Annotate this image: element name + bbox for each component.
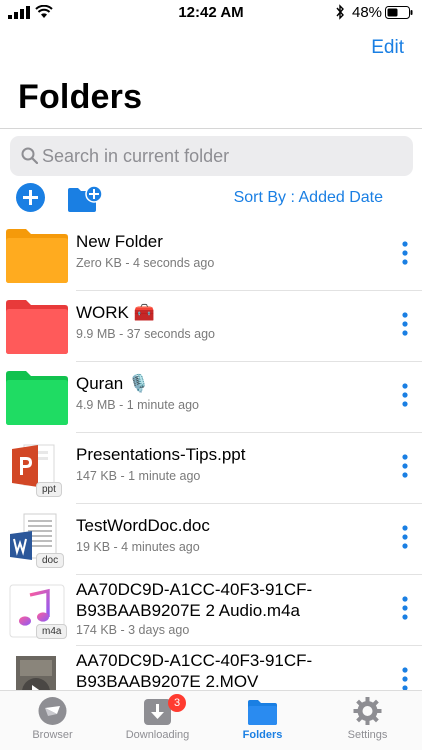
- file-name: Presentations-Tips.ppt: [76, 445, 246, 464]
- header-divider: [0, 128, 422, 129]
- more-options-icon[interactable]: [402, 454, 408, 478]
- battery-icon: [385, 6, 413, 19]
- new-folder-button[interactable]: [68, 185, 102, 212]
- compass-icon: [38, 697, 67, 725]
- more-options-icon[interactable]: [402, 525, 408, 549]
- more-options-icon[interactable]: [402, 596, 408, 620]
- tab-label: Browser: [32, 729, 73, 741]
- file-meta: 4.9 MB - 1 minute ago: [76, 398, 199, 412]
- more-options-icon[interactable]: [402, 241, 408, 265]
- file-meta: 9.9 MB - 37 seconds ago: [76, 327, 215, 341]
- folder-icon: [6, 229, 68, 283]
- file-name: TestWordDoc.doc: [76, 516, 210, 535]
- audio-file-icon: m4a: [6, 583, 68, 639]
- file-extension-badge: ppt: [36, 482, 62, 497]
- file-meta: 147 KB - 1 minute ago: [76, 469, 201, 483]
- more-options-icon[interactable]: [402, 383, 408, 407]
- file-meta: Zero KB - 4 seconds ago: [76, 256, 215, 270]
- tab-browser[interactable]: Browser: [0, 691, 105, 750]
- list-item[interactable]: ppt Presentations-Tips.ppt 147 KB - 1 mi…: [0, 433, 422, 504]
- more-options-icon[interactable]: [402, 312, 408, 336]
- tab-label: Folders: [242, 729, 283, 741]
- search-bar[interactable]: [10, 136, 413, 176]
- list-item[interactable]: Quran 🎙️ 4.9 MB - 1 minute ago: [0, 362, 422, 433]
- folder-icon: [6, 300, 68, 354]
- file-name: New Folder: [76, 232, 163, 251]
- search-icon: [21, 147, 38, 164]
- tab-downloading[interactable]: 3 Downloading: [105, 691, 210, 750]
- file-meta: 174 KB - 3 days ago: [76, 623, 190, 637]
- add-button[interactable]: [16, 183, 45, 212]
- tab-label: Downloading: [125, 729, 190, 741]
- status-bar: 12:42 AM 48%: [0, 0, 422, 26]
- tab-bar: Browser 3 Downloading Folders Settings: [0, 690, 422, 750]
- list-item[interactable]: m4a AA70DC9D-A1CC-40F3-91CF-B93BAAB9207E…: [0, 575, 422, 646]
- powerpoint-file-icon: ppt: [6, 441, 68, 497]
- tab-settings[interactable]: Settings: [315, 691, 420, 750]
- tab-label: Settings: [347, 729, 388, 741]
- more-options-icon[interactable]: [402, 667, 408, 691]
- file-name: AA70DC9D-A1CC-40F3-91CF-B93BAAB9207E 2.M…: [76, 651, 313, 691]
- file-extension-badge: m4a: [36, 624, 68, 639]
- folder-icon: [248, 700, 277, 725]
- battery-percentage: 48%: [352, 4, 383, 21]
- sort-button[interactable]: Sort By : Added Date: [234, 189, 383, 207]
- download-count-badge: 3: [168, 694, 186, 712]
- file-extension-badge: doc: [36, 553, 65, 568]
- gear-icon: [353, 697, 382, 725]
- file-meta: 19 KB - 4 minutes ago: [76, 540, 200, 554]
- bluetooth-icon: [336, 4, 344, 20]
- file-name: Quran 🎙️: [76, 374, 150, 393]
- page-title: Folders: [18, 78, 143, 116]
- tab-folders[interactable]: Folders: [210, 691, 315, 750]
- edit-button[interactable]: Edit: [371, 37, 404, 59]
- file-name: AA70DC9D-A1CC-40F3-91CF-B93BAAB9207E 2 A…: [76, 580, 313, 620]
- list-item[interactable]: doc TestWordDoc.doc 19 KB - 4 minutes ag…: [0, 504, 422, 575]
- list-item[interactable]: New Folder Zero KB - 4 seconds ago: [0, 220, 422, 291]
- search-input[interactable]: [42, 136, 402, 176]
- list-item[interactable]: WORK 🧰 9.9 MB - 37 seconds ago: [0, 291, 422, 362]
- word-file-icon: doc: [6, 512, 68, 568]
- folder-icon: [6, 371, 68, 425]
- file-name: WORK 🧰: [76, 303, 155, 322]
